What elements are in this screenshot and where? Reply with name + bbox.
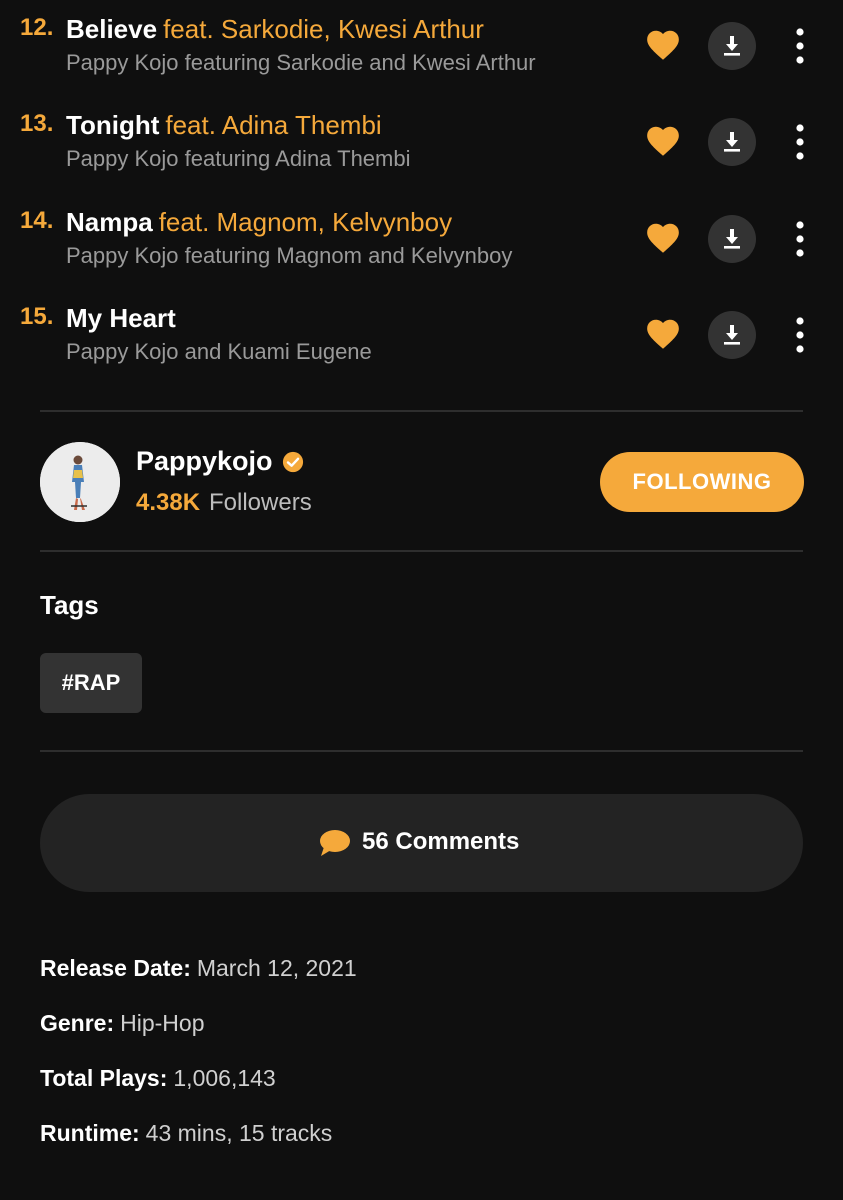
- tag-chip[interactable]: #RAP: [40, 653, 142, 713]
- more-options-button[interactable]: [788, 217, 812, 261]
- download-icon: [724, 36, 740, 56]
- track-artist-line: Pappy Kojo featuring Sarkodie and Kwesi …: [66, 50, 536, 75]
- runtime-row: Runtime: 43 mins, 15 tracks: [40, 1120, 332, 1147]
- artist-photo-icon: [40, 442, 120, 522]
- followers-label: Followers: [209, 489, 312, 516]
- artist-name[interactable]: Pappykojo: [136, 446, 273, 477]
- tags-heading: Tags: [40, 590, 99, 620]
- genre-label: Genre:: [40, 1010, 115, 1036]
- more-options-button[interactable]: [788, 313, 812, 357]
- track-title-feat: feat. Adina Thembi: [165, 110, 382, 140]
- release-date-label: Release Date:: [40, 955, 191, 981]
- like-button[interactable]: [644, 219, 682, 257]
- more-vertical-icon: [796, 221, 804, 257]
- track-title-feat: feat. Magnom, Kelvynboy: [158, 207, 453, 237]
- runtime-value: 43 mins, 15 tracks: [145, 1120, 333, 1146]
- release-date-row: Release Date: March 12, 2021: [40, 955, 357, 982]
- following-button[interactable]: FOLLOWING: [600, 452, 804, 512]
- release-date-value: March 12, 2021: [196, 955, 357, 981]
- more-vertical-icon: [796, 28, 804, 64]
- download-button[interactable]: [708, 118, 756, 166]
- track-title-feat: feat. Sarkodie, Kwesi Arthur: [163, 14, 484, 44]
- track-title-main: Tonight: [66, 110, 160, 140]
- more-options-button[interactable]: [788, 120, 812, 164]
- track-title: My Heart: [66, 303, 182, 334]
- track-row[interactable]: 15. My Heart Pappy Kojo and Kuami Eugene: [0, 291, 843, 387]
- heart-icon: [647, 126, 679, 156]
- like-button[interactable]: [644, 26, 682, 64]
- heart-icon: [647, 30, 679, 60]
- more-vertical-icon: [796, 317, 804, 353]
- track-title-main: Nampa: [66, 207, 153, 237]
- track-number: 14.: [20, 207, 54, 234]
- track-artist-line: Pappy Kojo featuring Adina Thembi: [66, 146, 411, 171]
- track-artist-line: Pappy Kojo and Kuami Eugene: [66, 339, 372, 364]
- download-button[interactable]: [708, 22, 756, 70]
- more-options-button[interactable]: [788, 24, 812, 68]
- followers-count: 4.38K: [136, 489, 201, 516]
- track-number: 12.: [20, 14, 54, 41]
- track-artist-line: Pappy Kojo featuring Magnom and Kelvynbo…: [66, 243, 513, 268]
- like-button[interactable]: [644, 122, 682, 160]
- runtime-label: Runtime:: [40, 1120, 140, 1146]
- track-title-main: Believe: [66, 14, 158, 44]
- total-plays-value: 1,006,143: [173, 1065, 276, 1091]
- speech-bubble-icon: [320, 830, 350, 856]
- genre-value: Hip-Hop: [120, 1010, 205, 1036]
- heart-icon: [647, 223, 679, 253]
- comments-button[interactable]: 56 Comments: [40, 794, 803, 892]
- download-button[interactable]: [708, 311, 756, 359]
- download-button[interactable]: [708, 215, 756, 263]
- total-plays-row: Total Plays: 1,006,143: [40, 1065, 276, 1092]
- track-title: Tonight feat. Adina Thembi: [66, 110, 382, 141]
- track-row[interactable]: 12. Believe feat. Sarkodie, Kwesi Arthur …: [0, 2, 843, 98]
- track-row[interactable]: 13. Tonight feat. Adina Thembi Pappy Kojo…: [0, 98, 843, 194]
- track-title-main: My Heart: [66, 303, 176, 333]
- section-divider: [40, 750, 803, 752]
- track-number: 15.: [20, 303, 54, 330]
- download-icon: [724, 132, 740, 152]
- genre-row: Genre: Hip-Hop: [40, 1010, 205, 1037]
- heart-icon: [647, 319, 679, 349]
- total-plays-label: Total Plays:: [40, 1065, 168, 1091]
- section-divider: [40, 550, 803, 552]
- track-number: 13.: [20, 110, 54, 137]
- track-title: Nampa feat. Magnom, Kelvynboy: [66, 207, 452, 238]
- artist-avatar[interactable]: [40, 442, 120, 522]
- section-divider: [40, 410, 803, 412]
- track-title: Believe feat. Sarkodie, Kwesi Arthur: [66, 14, 484, 45]
- like-button[interactable]: [644, 315, 682, 353]
- verified-badge-icon: [282, 451, 304, 473]
- download-icon: [724, 325, 740, 345]
- track-row[interactable]: 14. Nampa feat. Magnom, Kelvynboy Pappy K…: [0, 195, 843, 291]
- more-vertical-icon: [796, 124, 804, 160]
- download-icon: [724, 229, 740, 249]
- comments-label: 56 Comments: [362, 828, 520, 855]
